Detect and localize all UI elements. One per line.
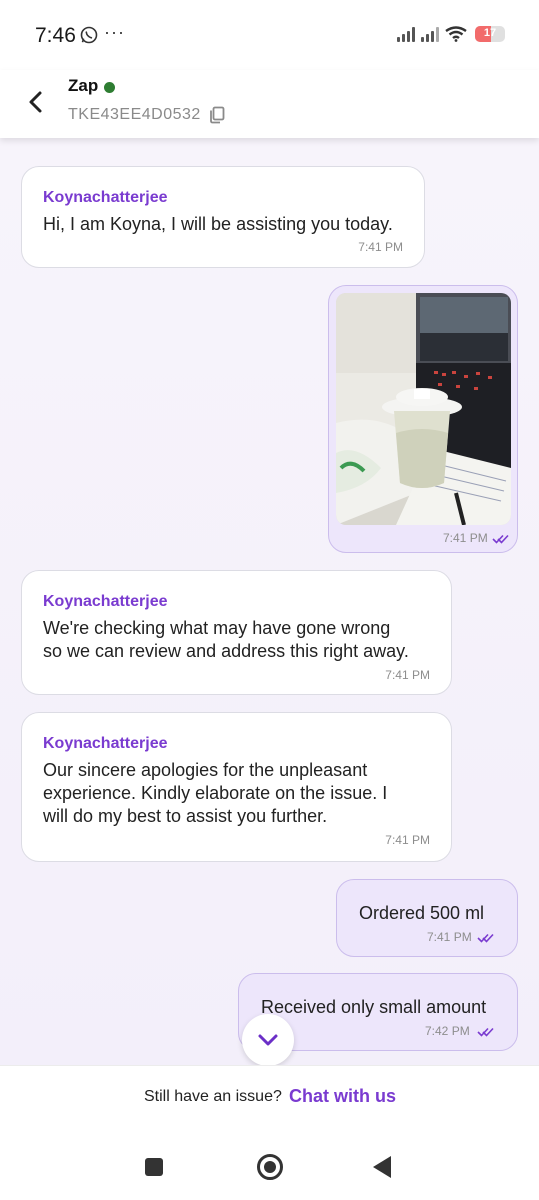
back-button[interactable] bbox=[373, 1156, 391, 1178]
message-time: 7:41 PM bbox=[385, 668, 430, 682]
ticket-id: TKE43EE4D0532 bbox=[68, 106, 201, 123]
read-ticks-icon bbox=[477, 933, 494, 943]
system-nav-bar bbox=[0, 1136, 539, 1200]
message-time: 7:41 PM bbox=[427, 930, 472, 944]
battery-icon: 17 bbox=[475, 26, 505, 42]
read-ticks-icon bbox=[492, 534, 509, 544]
message-text: so we can review and address this right … bbox=[43, 641, 409, 661]
message-text: will do my best to assist you further. bbox=[43, 806, 328, 826]
message-incoming: Koynachatterjee Hi, I am Koyna, I will b… bbox=[21, 166, 425, 268]
copy-icon[interactable] bbox=[208, 106, 226, 124]
message-text: experience. Kindly elaborate on the issu… bbox=[43, 783, 388, 803]
scroll-to-bottom-button[interactable] bbox=[242, 1014, 294, 1065]
message-text: Hi, I am Koyna, I will be assisting you … bbox=[43, 214, 393, 234]
whatsapp-icon bbox=[80, 26, 98, 44]
attached-photo[interactable] bbox=[336, 293, 511, 525]
status-icons: 17 bbox=[397, 26, 505, 42]
message-outgoing: Ordered 500 ml 7:41 PM bbox=[336, 879, 518, 957]
page-title: Zap bbox=[68, 76, 99, 95]
message-text: We're checking what may have gone wrong bbox=[43, 618, 391, 638]
status-bar: 7:46 ··· 17 bbox=[0, 0, 539, 70]
sender-name: Koynachatterjee bbox=[43, 735, 168, 752]
chevron-down-icon bbox=[258, 1034, 278, 1046]
support-footer: Still have an issue? Chat with us bbox=[0, 1065, 539, 1127]
message-time: 7:42 PM bbox=[425, 1024, 470, 1038]
overflow-dots-icon: ··· bbox=[104, 22, 125, 42]
message-text: Our sincere apologies for the unpleasant bbox=[43, 760, 368, 780]
status-time: 7:46 bbox=[35, 24, 76, 47]
recents-button[interactable] bbox=[145, 1158, 163, 1176]
back-arrow-icon[interactable] bbox=[26, 90, 46, 114]
signal-icon-2 bbox=[421, 26, 439, 42]
signal-icon bbox=[397, 26, 415, 42]
sender-name: Koynachatterjee bbox=[43, 593, 168, 610]
chat-header: Zap TKE43EE4D0532 bbox=[0, 70, 539, 138]
online-status-dot bbox=[104, 82, 115, 93]
footer-question: Still have an issue? bbox=[144, 1088, 282, 1105]
message-incoming: Koynachatterjee We're checking what may … bbox=[21, 570, 452, 695]
message-text: Ordered 500 ml bbox=[359, 903, 485, 923]
home-button[interactable] bbox=[257, 1154, 283, 1180]
read-ticks-icon bbox=[477, 1027, 494, 1037]
message-time: 7:41 PM bbox=[443, 531, 488, 545]
chat-thread[interactable]: Koynachatterjee Hi, I am Koyna, I will b… bbox=[0, 138, 539, 1065]
battery-level: 17 bbox=[483, 27, 497, 39]
message-incoming: Koynachatterjee Our sincere apologies fo… bbox=[21, 712, 452, 862]
chat-with-us-link[interactable]: Chat with us bbox=[289, 1086, 396, 1107]
wifi-icon bbox=[445, 26, 467, 42]
sender-name: Koynachatterjee bbox=[43, 189, 168, 206]
message-text: Received only small amount bbox=[261, 997, 487, 1017]
message-outgoing-image[interactable]: 7:41 PM bbox=[328, 285, 518, 553]
message-time: 7:41 PM bbox=[385, 833, 430, 847]
message-time: 7:41 PM bbox=[358, 240, 403, 254]
